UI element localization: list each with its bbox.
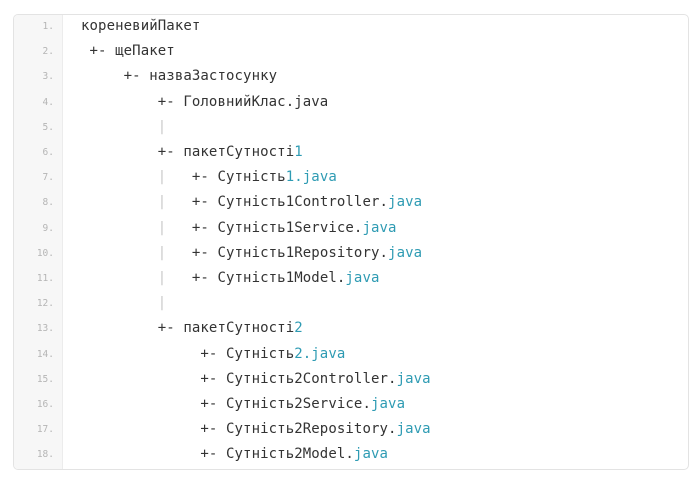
code-line: 2. +- щеПакет xyxy=(14,40,688,65)
code-token: +- Сутність1Model. xyxy=(166,270,346,286)
code-text: +- пакетСутності2 xyxy=(81,320,303,336)
line-number: 12. xyxy=(36,298,54,310)
code-token-highlight: 1 xyxy=(294,144,303,160)
code-text: +- пакетСутності1 xyxy=(81,144,303,160)
tree-branch-bar: | xyxy=(157,295,167,312)
code-block: 1. кореневийПакет 2. +- щеПакет 3. +- назва… xyxy=(13,14,689,470)
line-number: 15. xyxy=(36,373,54,385)
line-number: 17. xyxy=(36,424,54,436)
code-token-highlight: java xyxy=(396,370,431,387)
code-token: +- Сутність1Repository. xyxy=(166,244,389,261)
code-text: +- Сутність2Model.java xyxy=(81,446,388,462)
code-text: +- назваЗастосунку xyxy=(81,68,277,84)
code-line: 14. +- Сутність2.java xyxy=(14,343,688,368)
line-number: 16. xyxy=(36,399,54,410)
code-text: +- Сутність2.java xyxy=(81,346,345,362)
code-token: +- Сутність2Service. xyxy=(81,396,371,412)
code-line: 1. кореневийПакет xyxy=(14,15,688,40)
code-line: 4. +- ГоловнийКлас.java xyxy=(14,91,688,116)
code-text: | xyxy=(81,119,166,135)
code-text: +- ГоловнийКлас.java xyxy=(81,94,328,110)
code-token: +- пакетСутності xyxy=(81,144,295,160)
code-token: +- Сутність xyxy=(166,169,286,186)
code-token: +- назваЗастосунку xyxy=(81,68,278,85)
code-token-highlight: java xyxy=(388,244,423,261)
code-line: 10. | +- Сутність1Repository.java xyxy=(14,242,688,267)
code-token: +- пакетСутності xyxy=(81,320,295,337)
code-text: | +- Сутність1Controller.java xyxy=(81,194,422,210)
code-text: | xyxy=(81,295,166,311)
code-line: 17. +- Сутність2Repository.java xyxy=(14,418,688,443)
line-number: 2. xyxy=(42,46,54,58)
code-token-highlight: java xyxy=(362,219,397,236)
code-token-highlight: 2.java xyxy=(294,345,346,362)
code-line: 13. +- пакетСутності2 xyxy=(14,317,688,342)
code-token-highlight: 1.java xyxy=(285,169,337,186)
code-text: | +- Сутність1Service.java xyxy=(81,220,397,236)
line-number: 4. xyxy=(42,96,54,108)
code-line: 9. | +- Сутність1Service.java xyxy=(14,217,688,242)
code-token-highlight: 2 xyxy=(294,320,303,337)
code-text: | +- Сутність1Repository.java xyxy=(81,245,422,261)
line-number: 8. xyxy=(42,197,54,209)
code-token-highlight: java xyxy=(388,194,423,211)
line-number: 14. xyxy=(36,348,54,360)
code-text: кореневийПакет xyxy=(81,18,200,34)
code-token: +- Сутність1Controller. xyxy=(166,194,389,211)
line-number: 3. xyxy=(42,71,54,83)
code-token: +- Сутність2Controller. xyxy=(81,370,397,387)
code-line: 16. +- Сутність2Service.java xyxy=(14,393,688,418)
line-number: 1. xyxy=(42,21,54,32)
code-token: +- ГоловнийКлас.java xyxy=(81,93,329,110)
line-number: 10. xyxy=(36,247,54,259)
code-text: | +- Сутність1Model.java xyxy=(81,270,380,286)
code-token-highlight: java xyxy=(370,396,406,412)
code-token: +- щеПакет xyxy=(81,43,175,60)
code-token: +- Сутність2Model. xyxy=(81,446,354,463)
code-token: +- Сутність1Service. xyxy=(166,219,363,236)
line-number: 6. xyxy=(42,147,54,158)
code-text: +- Сутність2Service.java xyxy=(81,396,405,412)
code-text: +- Сутність2Controller.java xyxy=(81,371,431,387)
code-token: +- Сутність2Repository. xyxy=(81,421,397,438)
code-line: 11. | +- Сутність1Model.java xyxy=(14,267,688,292)
code-token: кореневийПакет xyxy=(81,18,201,34)
line-number: 11. xyxy=(36,273,54,284)
code-line: 7. | +- Сутність1.java xyxy=(14,166,688,191)
code-line: 5. | xyxy=(14,116,688,141)
code-line: 6. +- пакетСутності1 xyxy=(14,141,688,166)
code-text: +- щеПакет xyxy=(81,43,175,59)
line-number: 9. xyxy=(42,222,54,234)
code-line: 12. | xyxy=(14,292,688,317)
code-line: 8. | +- Сутність1Controller.java xyxy=(14,191,688,216)
code-text: | +- Сутність1.java xyxy=(81,169,337,185)
code-token-highlight: java xyxy=(396,421,431,438)
code-line: 3. +- назваЗастосунку xyxy=(14,65,688,90)
line-number: 5. xyxy=(42,121,54,133)
code-token-highlight: java xyxy=(353,446,389,463)
code-text: +- Сутність2Repository.java xyxy=(81,421,431,437)
code-token-highlight: java xyxy=(345,270,380,286)
code-line: 15. +- Сутність2Controller.java xyxy=(14,368,688,393)
code-token: +- Сутність xyxy=(81,345,295,362)
line-number: 13. xyxy=(36,323,54,335)
line-number: 18. xyxy=(36,449,54,461)
code-line: 18. +- Сутність2Model.java xyxy=(14,443,688,468)
tree-branch-bar: | xyxy=(157,118,167,135)
line-number: 7. xyxy=(42,172,54,184)
